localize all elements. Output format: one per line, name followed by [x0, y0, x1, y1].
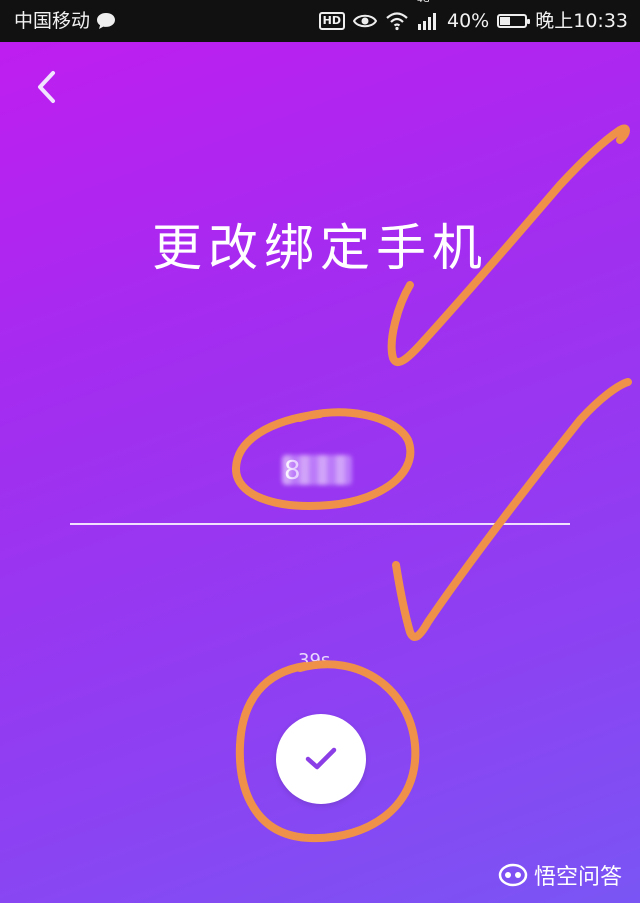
hd-badge: HD — [318, 12, 345, 30]
annotation-checkmark-middle — [392, 378, 632, 641]
status-bar: 中国移动 HD 4G 40% 晚上10:33 — [0, 0, 640, 42]
battery-fill — [500, 17, 510, 25]
eye-icon — [353, 14, 377, 28]
back-arrow-icon — [38, 71, 55, 103]
status-right: HD 4G 40% 晚上10:33 — [318, 0, 628, 42]
watermark: 悟空问答 — [498, 859, 622, 891]
battery-percent: 40% — [447, 10, 490, 32]
phone-number-obscured — [282, 455, 352, 485]
wukong-logo-icon — [498, 863, 528, 887]
signal-icon — [418, 13, 436, 30]
check-icon — [305, 747, 337, 770]
screen: 中国移动 HD 4G 40% 晚上10:33 更改绑定手机 39s 悟空问答 — [0, 0, 640, 903]
battery-icon — [497, 14, 531, 28]
carrier-name: 中国移动 — [14, 10, 91, 32]
back-button[interactable] — [26, 62, 66, 112]
wifi-icon — [386, 12, 408, 31]
signal-type: 4G — [417, 0, 430, 5]
confirm-button[interactable] — [276, 714, 366, 804]
page-title: 更改绑定手机 — [152, 219, 488, 277]
clock-time: 晚上10:33 — [535, 10, 628, 32]
input-underline — [70, 523, 570, 525]
status-left: 中国移动 — [14, 0, 116, 42]
chat-bubble-icon — [97, 13, 116, 29]
resend-countdown: 39s — [298, 650, 331, 671]
signal-group: 4G — [417, 0, 439, 30]
watermark-text: 悟空问答 — [533, 865, 622, 890]
